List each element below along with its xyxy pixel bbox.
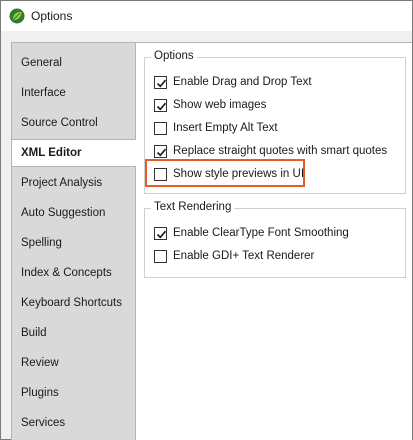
enable-drag-drop-option[interactable]: Enable Drag and Drop Text [154,73,312,91]
gdi-renderer-label: Enable GDI+ Text Renderer [173,250,315,262]
options-group-label: Options [151,50,197,62]
checkmark-icon [156,102,167,110]
sidebar-item-keyboard-shortcuts[interactable]: Keyboard Shortcuts [12,289,136,317]
checkmark-icon [156,148,167,156]
sidebar-item-index-concepts[interactable]: Index & Concepts [12,259,136,287]
insert-empty-alt-option[interactable]: Insert Empty Alt Text [154,119,278,137]
sidebar-item-build[interactable]: Build [12,319,136,347]
show-web-images-label: Show web images [173,99,267,111]
show-web-images-option[interactable]: Show web images [154,96,266,114]
xml-editor-panel: Options Enable Drag and Drop Text Show w… [136,42,412,440]
title-bar: Options [1,1,412,31]
smart-quotes-checkbox[interactable] [154,144,167,158]
options-sidebar: General Interface Source Control XML Edi… [11,42,138,440]
sidebar-item-project-analysis[interactable]: Project Analysis [12,169,136,197]
smart-quotes-label: Replace straight quotes with smart quote… [173,145,388,157]
leaf-app-icon [9,8,25,24]
gdi-renderer-checkbox[interactable] [154,249,167,263]
window-title: Options [31,9,73,23]
text-rendering-group: Text Rendering Enable ClearType Font Smo… [144,201,406,278]
sidebar-item-auto-suggestion[interactable]: Auto Suggestion [12,199,136,227]
options-group: Options Enable Drag and Drop Text Show w… [144,50,406,194]
show-web-images-checkbox[interactable] [154,98,167,112]
enable-drag-drop-checkbox[interactable] [154,75,167,89]
cleartype-checkbox[interactable] [154,226,167,240]
sidebar-item-xml-editor[interactable]: XML Editor [12,139,138,167]
cleartype-option[interactable]: Enable ClearType Font Smoothing [154,224,349,242]
sidebar-item-interface[interactable]: Interface [12,79,136,107]
smart-quotes-option[interactable]: Replace straight quotes with smart quote… [154,142,387,160]
sidebar-item-general[interactable]: General [12,49,136,77]
options-window: Options General Interface Source Control… [0,0,413,440]
gdi-renderer-option[interactable]: Enable GDI+ Text Renderer [154,247,314,265]
enable-drag-drop-label: Enable Drag and Drop Text [173,76,312,88]
checkmark-icon [156,79,167,87]
insert-empty-alt-checkbox[interactable] [154,121,167,135]
sidebar-item-review[interactable]: Review [12,349,136,377]
sidebar-item-plugins[interactable]: Plugins [12,379,136,407]
insert-empty-alt-label: Insert Empty Alt Text [173,122,278,134]
checkmark-icon [156,230,167,238]
sidebar-item-spelling[interactable]: Spelling [12,229,136,257]
sidebar-item-services[interactable]: Services [12,409,136,437]
sidebar-item-source-control[interactable]: Source Control [12,109,136,137]
text-rendering-group-label: Text Rendering [151,201,235,213]
highlight-box [145,159,305,187]
cleartype-label: Enable ClearType Font Smoothing [173,227,349,239]
